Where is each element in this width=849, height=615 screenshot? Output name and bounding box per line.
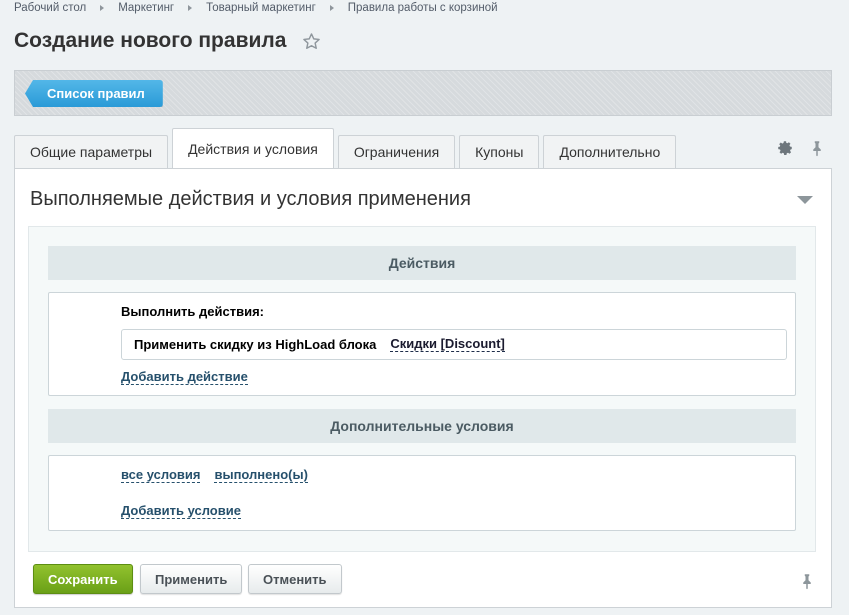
toolbar: Список правил — [14, 70, 832, 116]
add-condition-wrap: Добавить условие — [121, 502, 241, 520]
tab-restrictions[interactable]: Ограничения — [337, 135, 456, 168]
conditions-header: Дополнительные условия — [48, 409, 796, 443]
breadcrumb-item-cart-rules[interactable]: Правила работы с корзиной — [348, 2, 498, 14]
actions-label: Выполнить действия: — [121, 304, 264, 319]
cancel-button[interactable]: Отменить — [248, 564, 342, 594]
tab-coupons[interactable]: Купоны — [459, 135, 540, 168]
actions-box: Выполнить действия: Применить скидку из … — [48, 292, 796, 396]
tab-additional[interactable]: Дополнительно — [543, 135, 677, 168]
action-row-text: Применить скидку из HighLoad блока — [134, 337, 377, 352]
pin-icon[interactable] — [798, 572, 816, 590]
discount-selector[interactable]: Скидки [Discount] — [390, 337, 505, 352]
breadcrumb-item-marketing[interactable]: Маркетинг — [118, 2, 174, 14]
star-icon[interactable] — [302, 32, 321, 51]
tab-bar: Общие параметры Действия и условия Огран… — [14, 128, 680, 168]
breadcrumb-separator-icon — [188, 5, 193, 11]
save-button[interactable]: Сохранить — [33, 564, 133, 594]
apply-button[interactable]: Применить — [140, 564, 243, 594]
section-body: Действия Выполнить действия: Применить с… — [28, 226, 816, 552]
tab-actions-conditions[interactable]: Действия и условия — [172, 128, 334, 168]
page-title-text: Создание нового правила — [14, 29, 287, 52]
section-title: Выполняемые действия и условия применени… — [30, 188, 471, 210]
rule-form-panel: Выполняемые действия и условия применени… — [14, 168, 832, 608]
actions-header: Действия — [48, 246, 796, 280]
conditions-scope-selector[interactable]: все условия — [121, 468, 201, 483]
breadcrumb-item-desktop[interactable]: Рабочий стол — [14, 2, 86, 14]
breadcrumb-separator-icon — [329, 5, 334, 11]
add-action-link[interactable]: Добавить действие — [121, 369, 248, 385]
gear-icon[interactable] — [776, 139, 794, 157]
breadcrumb-separator-icon — [100, 5, 105, 11]
form-footer: Сохранить Применить Отменить — [33, 564, 833, 598]
conditions-box: все условия выполнено(ы) Добавить услови… — [48, 455, 796, 531]
collapse-triangle-icon[interactable] — [797, 196, 813, 204]
pin-icon[interactable] — [808, 139, 826, 157]
rules-list-button[interactable]: Список правил — [25, 80, 163, 107]
conditions-selectors: все условия выполнено(ы) — [121, 468, 308, 483]
breadcrumb: Рабочий стол Маркетинг Товарный маркетин… — [14, 0, 498, 16]
tab-general[interactable]: Общие параметры — [14, 135, 169, 168]
action-row: Применить скидку из HighLoad блока Скидк… — [121, 329, 787, 360]
breadcrumb-item-product-marketing[interactable]: Товарный маркетинг — [206, 2, 316, 14]
conditions-state-selector[interactable]: выполнено(ы) — [214, 468, 308, 483]
add-condition-link[interactable]: Добавить условие — [121, 503, 241, 519]
add-action-wrap: Добавить действие — [121, 368, 248, 386]
page-title: Создание нового правила — [14, 29, 321, 53]
